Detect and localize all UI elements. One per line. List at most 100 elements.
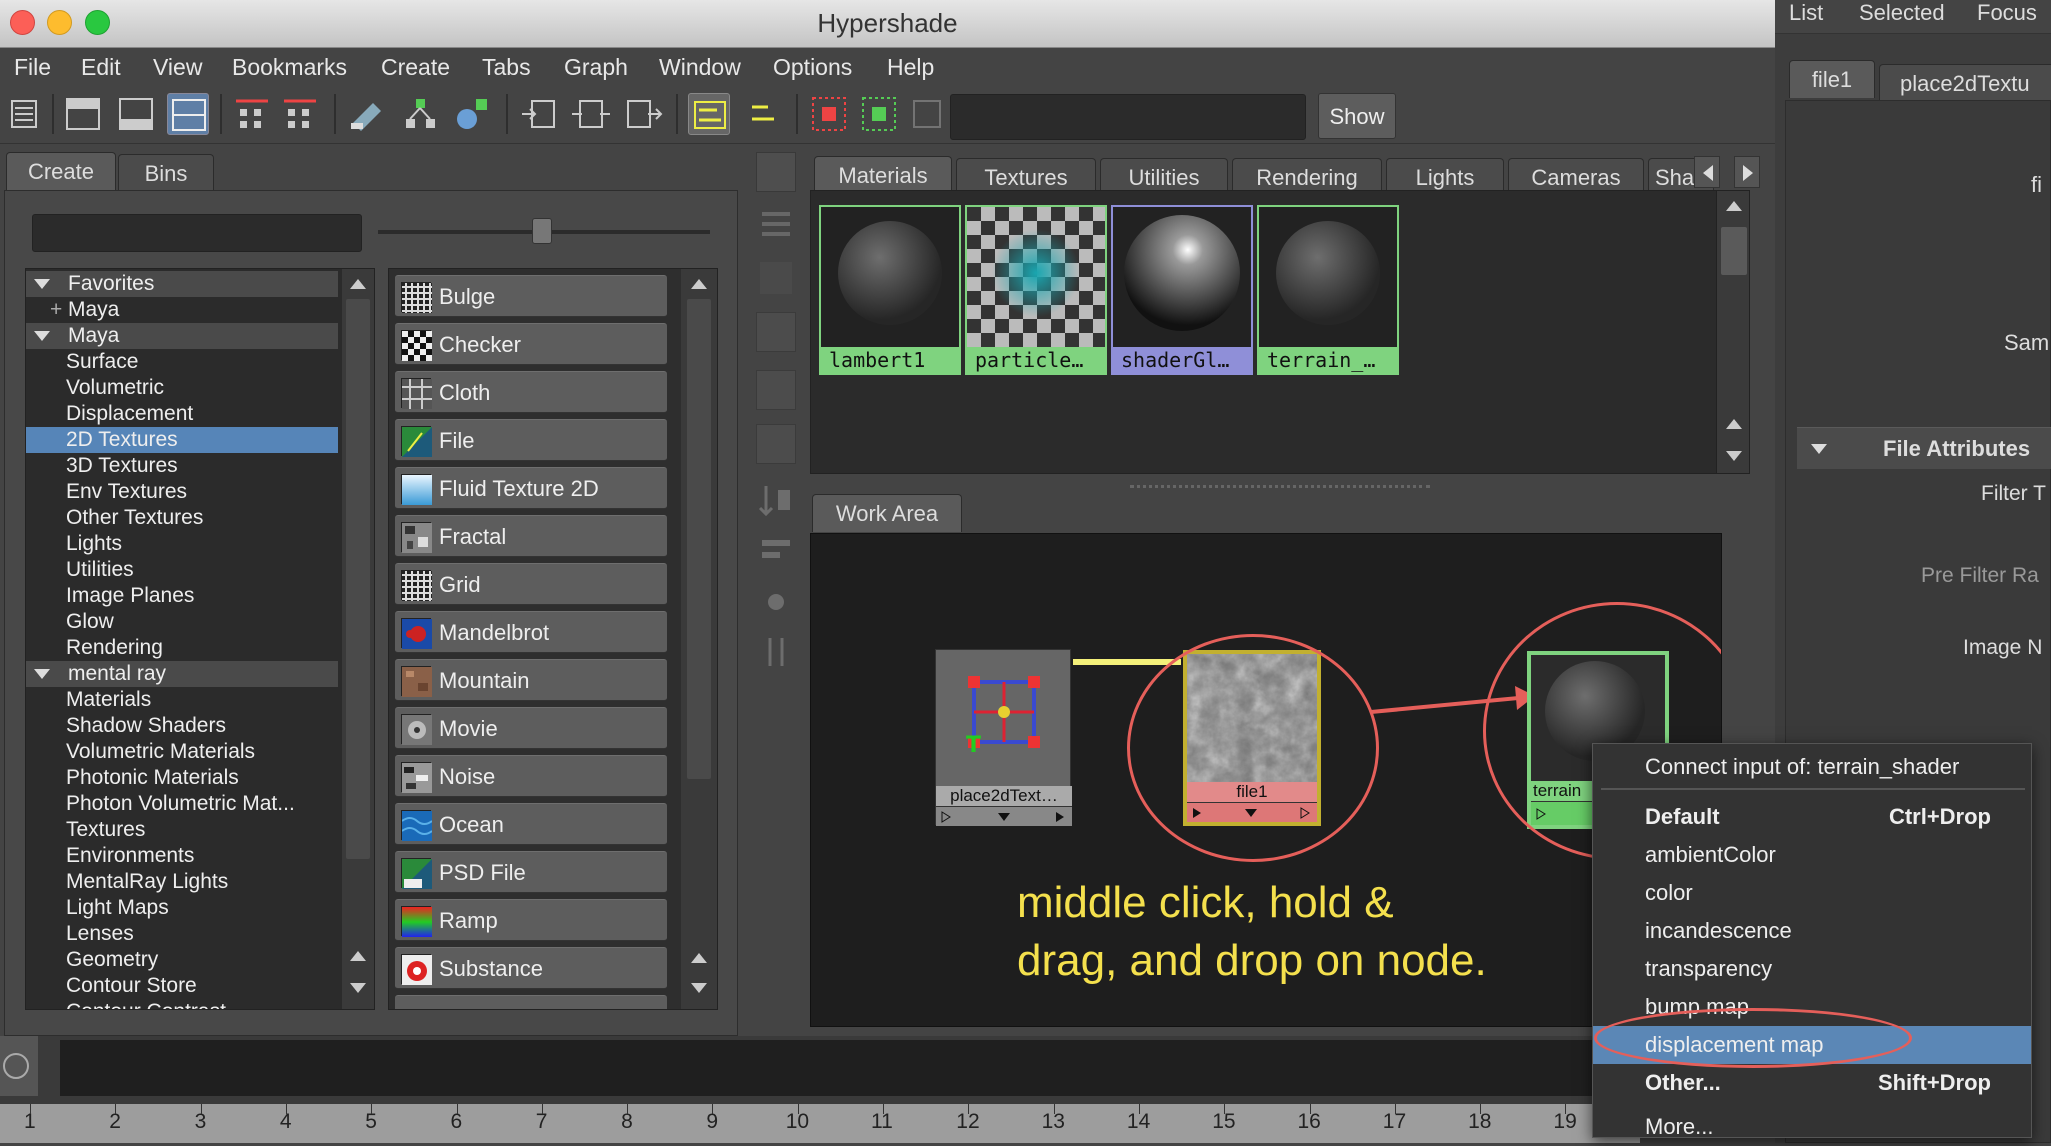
menu-file[interactable]: File xyxy=(14,54,51,81)
list-icon[interactable] xyxy=(760,208,792,240)
menu-focus[interactable]: Focus xyxy=(1977,0,2037,26)
graph-materials-icon[interactable] xyxy=(452,93,494,135)
thumbnail-icon[interactable] xyxy=(760,262,792,294)
swatch-large-icon[interactable] xyxy=(756,424,796,464)
texture-button-mountain[interactable]: Mountain xyxy=(395,659,667,701)
menu-options[interactable]: Options xyxy=(773,54,852,81)
texture-button-partial[interactable] xyxy=(395,995,667,1009)
tab-scroll-left-icon[interactable] xyxy=(1694,156,1720,188)
menu-item-other[interactable]: Other... Shift+Drop xyxy=(1593,1064,2031,1102)
menu-graph[interactable]: Graph xyxy=(564,54,628,81)
texture-list-scrollbar[interactable] xyxy=(681,269,717,1009)
graph-network-icon[interactable] xyxy=(400,93,442,135)
texture-button-ocean[interactable]: Ocean xyxy=(395,803,667,845)
timeline-tick-mark xyxy=(371,1104,373,1114)
menu-item-more[interactable]: More... xyxy=(1593,1108,2031,1146)
texture-button-file[interactable]: File xyxy=(395,419,667,461)
top-tabs-only-icon[interactable] xyxy=(62,93,104,135)
input-output-connections-icon[interactable] xyxy=(570,93,612,135)
list-view-icon[interactable] xyxy=(4,93,46,135)
menu-item-default[interactable]: Default Ctrl+Drop xyxy=(1593,798,2031,836)
noise-texture-icon xyxy=(401,762,432,793)
texture-button-ramp[interactable]: Ramp xyxy=(395,899,667,941)
menu-create[interactable]: Create xyxy=(381,54,450,81)
menu-window[interactable]: Window xyxy=(659,54,741,81)
sort-type-icon[interactable] xyxy=(756,532,796,572)
work-area-canvas[interactable]: T place2dText… file1 terrain middle clic… xyxy=(810,533,1722,1027)
panel-splitter[interactable] xyxy=(1130,485,1430,491)
frame-all-icon[interactable] xyxy=(906,93,948,135)
texture-button-mandelbrot[interactable]: Mandelbrot xyxy=(395,611,667,653)
tab-materials[interactable]: Materials xyxy=(814,156,952,194)
menu-bookmarks[interactable]: Bookmarks xyxy=(232,54,347,81)
texture-button-psd-file[interactable]: PSD File xyxy=(395,851,667,893)
texture-button-bulge[interactable]: Bulge xyxy=(395,275,667,317)
swatch-shaderglow[interactable]: shaderGl… xyxy=(1111,205,1253,375)
timeline-tick-mark xyxy=(797,1104,799,1114)
menu-list[interactable]: List xyxy=(1789,0,1823,26)
frame-selection-icon[interactable] xyxy=(858,93,900,135)
bottom-tabs-only-icon[interactable] xyxy=(115,93,157,135)
toggle-attributes-icon[interactable] xyxy=(742,93,784,135)
menu-item-incandescence[interactable]: incandescence xyxy=(1593,912,2031,950)
node-port-bar[interactable] xyxy=(936,806,1072,826)
menu-item-color[interactable]: color xyxy=(1593,874,2031,912)
top-and-bottom-tabs-icon[interactable] xyxy=(167,93,209,135)
texture-button-substance[interactable]: Substance xyxy=(395,947,667,989)
swatch-label: particle… xyxy=(967,347,1105,373)
expand-plus-icon[interactable]: + xyxy=(50,297,62,323)
output-connections-icon[interactable] xyxy=(622,93,664,135)
texture-button-movie[interactable]: Movie xyxy=(395,707,667,749)
tree-item-label: Favorites xyxy=(68,272,155,295)
texture-button-cloth[interactable]: Cloth xyxy=(395,371,667,413)
arrange-graph-icon[interactable] xyxy=(232,93,274,135)
grid-layout-icon[interactable] xyxy=(280,93,322,135)
tab-file1[interactable]: file1 xyxy=(1789,60,1875,98)
tree-item[interactable]: 2D Textures xyxy=(26,427,338,453)
menu-view[interactable]: View xyxy=(153,54,202,81)
node-place2dtexture[interactable]: T place2dText… xyxy=(935,649,1072,826)
swatch-medium-icon[interactable] xyxy=(756,370,796,410)
sort-icon[interactable] xyxy=(756,480,796,520)
menu-edit[interactable]: Edit xyxy=(81,54,121,81)
view-icon[interactable] xyxy=(756,152,796,192)
slider-handle[interactable] xyxy=(532,218,552,244)
tab-create[interactable]: Create xyxy=(6,152,116,190)
texture-button-checker[interactable]: Checker xyxy=(395,323,667,365)
menu-help[interactable]: Help xyxy=(887,54,934,81)
texture-button-noise[interactable]: Noise xyxy=(395,755,667,797)
search-field[interactable] xyxy=(950,94,1306,140)
tree-item[interactable]: Maya xyxy=(26,323,338,349)
viewport-icon[interactable] xyxy=(0,1036,38,1096)
time-slider[interactable]: 1 2 3 4 5 6 7 8 9 10 11 12 13 14 15 16 17 18 19 xyxy=(0,1104,1640,1143)
menu-selected[interactable]: Selected xyxy=(1859,0,1945,26)
menu-item-transparency[interactable]: transparency xyxy=(1593,950,2031,988)
swatch-lambert1[interactable]: lambert1 xyxy=(819,205,961,375)
clear-graph-icon[interactable] xyxy=(345,93,387,135)
tab-place2dtexture[interactable]: place2dTextu xyxy=(1879,64,2051,102)
toggle-swatches-icon[interactable] xyxy=(688,93,730,135)
tree-item[interactable]: Favorites xyxy=(26,271,338,297)
sort-reverse-icon[interactable] xyxy=(756,632,796,672)
show-button[interactable]: Show xyxy=(1318,93,1396,139)
file-attributes-section[interactable]: File Attributes xyxy=(1797,427,2051,469)
menu-item-ambientcolor[interactable]: ambientColor xyxy=(1593,836,2031,874)
tree-scrollbar[interactable] xyxy=(342,269,374,1009)
texture-button-grid[interactable]: Grid xyxy=(395,563,667,605)
swatch-particle[interactable]: particle… xyxy=(965,205,1107,375)
texture-button-fractal[interactable]: Fractal xyxy=(395,515,667,557)
filter-field[interactable] xyxy=(32,214,362,252)
swatch-terrain[interactable]: terrain_… xyxy=(1257,205,1399,375)
input-connections-icon[interactable] xyxy=(518,93,560,135)
swatch-scrollbar[interactable] xyxy=(1716,190,1750,474)
material-tab-bar: Materials Textures Utilities Rendering L… xyxy=(810,156,1722,196)
tab-work-area[interactable]: Work Area xyxy=(812,494,962,532)
swatch-small-icon[interactable] xyxy=(756,312,796,352)
tab-bins[interactable]: Bins xyxy=(118,154,214,192)
texture-button-fluid-texture-2d[interactable]: Fluid Texture 2D xyxy=(395,467,667,509)
select-nodes-icon[interactable] xyxy=(808,93,850,135)
tab-scroll-right-icon[interactable] xyxy=(1734,156,1760,188)
menu-tabs[interactable]: Tabs xyxy=(482,54,531,81)
sort-time-icon[interactable] xyxy=(756,582,796,622)
tree-item[interactable]: mental ray xyxy=(26,661,338,687)
